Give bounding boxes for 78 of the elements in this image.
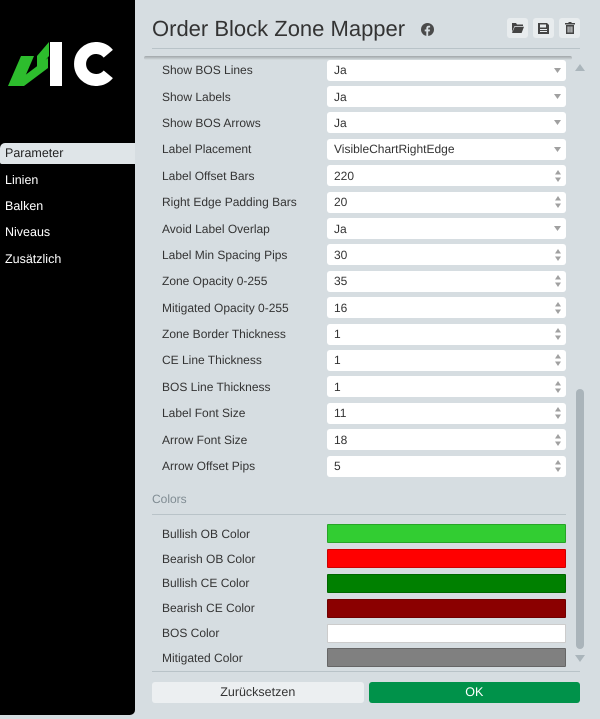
spinner-arrows-icon[interactable] — [555, 434, 561, 446]
sidebar-item[interactable]: Niveaus — [0, 222, 135, 244]
dropdown-caret-icon — [554, 68, 561, 73]
spinner-arrows-icon[interactable] — [555, 354, 561, 366]
sidebar-item[interactable]: Balken — [0, 196, 135, 217]
parameter-label: Show BOS Lines — [162, 62, 254, 80]
parameter-label: Right Edge Padding Bars — [162, 194, 298, 212]
spinner-arrows-icon[interactable] — [555, 460, 561, 472]
parameter-label: Show BOS Arrows — [162, 114, 262, 132]
spinner-arrows-icon[interactable] — [555, 328, 561, 340]
color-swatch[interactable] — [327, 574, 566, 593]
parameter-label: Zone Opacity 0-255 — [162, 273, 268, 290]
color-label: BOS Color — [162, 625, 220, 642]
dropdown-field[interactable]: VisibleChartRightEdge — [327, 138, 566, 160]
dialog-title: Order Block Zone Mapper — [152, 18, 406, 40]
spinner-arrows-icon[interactable] — [555, 407, 561, 420]
delete-button[interactable] — [559, 18, 580, 38]
number-field[interactable]: 1 — [327, 376, 566, 398]
dropdown-field[interactable]: Ja — [327, 60, 566, 81]
parameter-label: Arrow Font Size — [162, 432, 248, 449]
spinner-arrows-icon[interactable] — [555, 302, 561, 314]
color-label: Bearish CE Color — [162, 600, 256, 618]
dropdown-caret-icon — [554, 226, 561, 232]
color-swatch[interactable] — [327, 624, 566, 643]
number-field[interactable]: 20 — [327, 192, 566, 213]
scroll-down-icon[interactable] — [575, 655, 585, 662]
number-field[interactable]: 16 — [327, 297, 566, 318]
spinner-arrows-icon[interactable] — [555, 248, 561, 261]
parameter-label: Arrow Offset Pips — [162, 458, 256, 476]
reset-button[interactable]: Zurücksetzen — [152, 682, 364, 703]
dropdown-field[interactable]: Ja — [327, 218, 566, 240]
color-swatch[interactable] — [327, 524, 566, 544]
color-swatch[interactable] — [327, 598, 566, 618]
number-field[interactable]: 220 — [327, 165, 566, 186]
sidebar-item[interactable]: Linien — [0, 169, 135, 190]
sidebar-item[interactable]: Zusätzlich — [0, 248, 135, 270]
spinner-arrows-icon[interactable] — [555, 275, 561, 288]
dropdown-caret-icon — [554, 120, 561, 126]
parameter-label: Label Placement — [162, 141, 252, 158]
folder-icon — [512, 23, 524, 33]
number-field[interactable]: 1 — [327, 324, 566, 345]
parameter-label: Avoid Label Overlap — [162, 220, 271, 238]
color-label: Mitigated Color — [162, 650, 244, 667]
number-field[interactable]: 5 — [327, 456, 566, 477]
number-field[interactable]: 11 — [327, 402, 566, 424]
spinner-arrows-icon[interactable] — [555, 380, 561, 393]
dropdown-field[interactable]: Ja — [327, 112, 566, 134]
parameter-label: BOS Line Thickness — [162, 378, 272, 396]
color-label: Bullish CE Color — [162, 575, 250, 592]
spinner-arrows-icon[interactable] — [555, 170, 561, 182]
number-field[interactable]: 35 — [327, 270, 566, 292]
spinner-arrows-icon[interactable] — [555, 196, 561, 208]
number-field[interactable]: 30 — [327, 244, 566, 266]
parameter-label: Label Offset Bars — [162, 168, 256, 185]
parameter-label: Mitigated Opacity 0-255 — [162, 300, 290, 317]
parameter-label: Label Min Spacing Pips — [162, 246, 288, 264]
open-button[interactable] — [507, 18, 528, 38]
color-label: Bullish OB Color — [162, 526, 252, 543]
scrollbar-thumb[interactable] — [576, 389, 584, 649]
dropdown-field[interactable]: Ja — [327, 86, 566, 108]
section-heading: Colors — [152, 492, 187, 506]
number-field[interactable]: 1 — [327, 350, 566, 371]
scroll-up-icon[interactable] — [575, 64, 585, 71]
save-button[interactable] — [533, 18, 554, 38]
parameter-label: Label Font Size — [162, 405, 246, 422]
number-field[interactable]: 18 — [327, 429, 566, 450]
facebook-icon[interactable] — [421, 22, 434, 36]
color-swatch[interactable] — [327, 549, 566, 568]
sidebar-item[interactable]: Parameter — [0, 143, 135, 164]
parameter-label: CE Line Thickness — [162, 352, 263, 370]
ok-button[interactable]: OK — [368, 682, 580, 703]
trash-icon — [564, 22, 574, 34]
parameter-label: Show Labels — [162, 88, 232, 106]
parameter-label: Zone Border Thickness — [162, 326, 287, 344]
dropdown-caret-icon — [554, 94, 561, 100]
dropdown-caret-icon — [554, 146, 561, 152]
color-swatch[interactable] — [327, 648, 566, 668]
color-label: Bearish OB Color — [162, 550, 256, 568]
